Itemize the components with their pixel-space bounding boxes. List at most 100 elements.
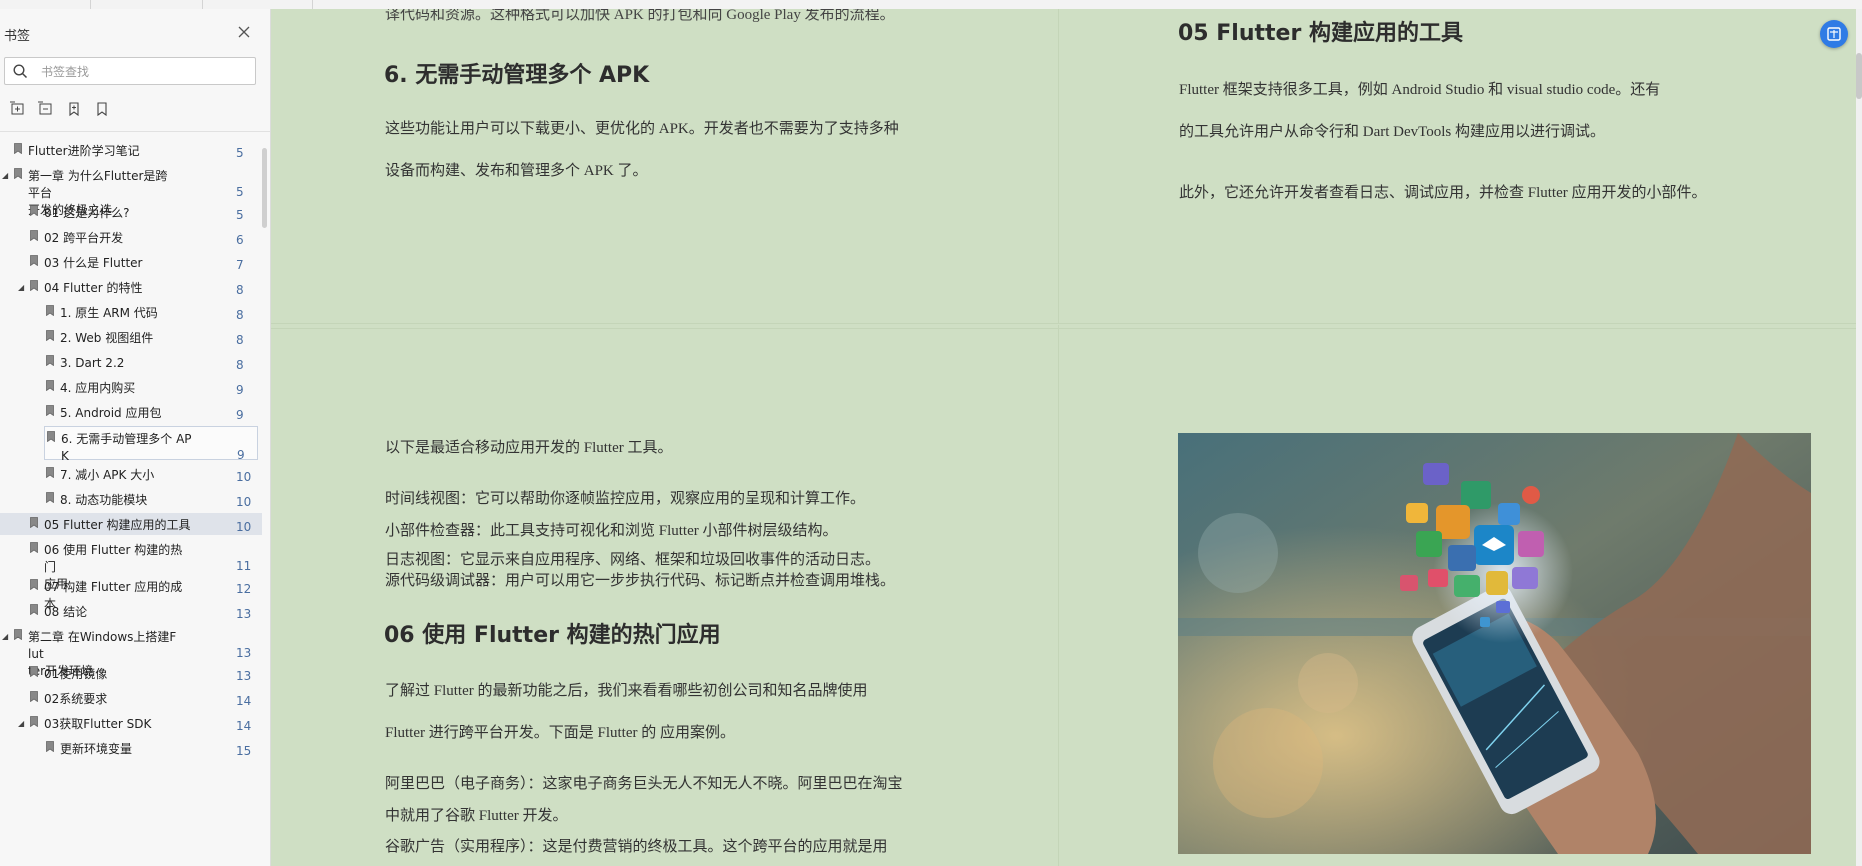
bookmark-icon (30, 690, 38, 703)
paragraph-line: 了解过 Flutter 的最新功能之后，我们来看看哪些初创公司和知名品牌使用 (385, 683, 868, 699)
bookmark-item[interactable]: Flutter进阶学习笔记 5 (0, 139, 262, 161)
bookmark-page-number: 14 (236, 694, 252, 708)
bookmark-page-number: 6 (236, 233, 244, 247)
bookmark-item[interactable]: ◢ 03获取Flutter SDK 14 (0, 712, 262, 734)
bookmark-label: 1. 原生 ARM 代码 (60, 306, 158, 320)
paragraph-line: 谷歌广告（实用程序）：这是付费营销的终极工具。这个跨平台的应用就是用 (385, 839, 888, 855)
paragraph-line: 的工具允许用户从命令行和 Dart DevTools 构建应用以进行调试。 (1179, 124, 1606, 140)
tool-line: 时间线视图：它可以帮助你逐帧监控应用，观察应用的呈现和计算工作。 (385, 491, 866, 507)
expand-all-icon[interactable] (10, 101, 26, 117)
close-icon[interactable] (238, 23, 250, 42)
sidebar-scrollbar[interactable] (262, 148, 267, 228)
divider (0, 131, 270, 132)
bookmark-item[interactable]: 02 跨平台开发 6 (0, 226, 262, 248)
bookmark-label: 6. 无需手动管理多个 AP K (61, 432, 192, 463)
paragraph-line: 设备而构建、发布和管理多个 APK 了。 (385, 163, 648, 179)
bookmark-item[interactable]: ◢ 04 Flutter 的特性 8 (0, 276, 262, 298)
bookmark-page-number: 9 (236, 383, 244, 397)
expand-arrow-icon[interactable]: ◢ (2, 167, 8, 184)
bookmark-item[interactable]: 5. Android 应用包 9 (0, 401, 262, 423)
tool-line: 源代码级调试器：用户可以用它一步步执行代码、标记断点并检查调用堆栈。 (385, 573, 896, 589)
add-bookmark-icon[interactable] (66, 101, 82, 117)
bookmark-page-number: 13 (236, 646, 252, 660)
bookmark-page-number: 8 (236, 283, 244, 297)
bookmark-item[interactable]: 3. Dart 2.2 8 (0, 351, 262, 373)
bookmark-label: 7. 减小 APK 大小 (60, 468, 155, 482)
bookmark-icon (46, 379, 54, 392)
paragraph-line: Flutter 进行跨平台开发。下面是 Flutter 的 应用案例。 (385, 725, 735, 741)
bookmark-item[interactable]: 08 结论 13 (0, 600, 262, 622)
bookmark-item[interactable]: 01 这是为什么? 5 (0, 201, 262, 223)
search-icon (13, 64, 28, 79)
collapse-all-icon[interactable] (38, 101, 54, 117)
bookmark-item[interactable]: 07 构建 Flutter 应用的成本 12 (0, 575, 262, 611)
document-scrollbar[interactable] (1856, 9, 1862, 866)
bookmark-item[interactable]: 7. 减小 APK 大小 10 (0, 463, 262, 485)
bookmark-page-number: 13 (236, 607, 252, 621)
bookmark-page-number: 8 (236, 358, 244, 372)
bookmark-search-input[interactable] (39, 62, 253, 82)
page-break (271, 323, 1856, 324)
bookmark-label: 01使用镜像 (44, 667, 108, 681)
bookmark-page-number: 5 (236, 208, 244, 222)
bookmark-icon (30, 279, 38, 292)
bookmark-item[interactable]: 8. 动态功能模块 10 (0, 488, 262, 510)
scrollbar-thumb[interactable] (1856, 53, 1862, 99)
bookmark-label: 更新环境变量 (60, 742, 133, 756)
paragraph-line: 此外，它还允许开发者查看日志、调试应用，并检查 Flutter 应用开发的小部件… (1179, 185, 1707, 201)
bookmark-item[interactable]: 2. Web 视图组件 8 (0, 326, 262, 348)
expand-arrow-icon[interactable]: ◢ (18, 279, 24, 296)
bookmark-icon[interactable] (94, 101, 110, 117)
bookmark-icon (30, 254, 38, 267)
document-view: 译代码和资源。这种格式可以加快 APK 的打包和向 Google Play 发布… (271, 9, 1856, 866)
bookmark-item[interactable]: 06 使用 Flutter 构建的热门 应用 11 (0, 538, 262, 591)
bookmark-page-number: 5 (236, 146, 244, 160)
bookmark-item[interactable]: 05 Flutter 构建应用的工具 10 (0, 513, 262, 535)
paragraph-line: 以下是最适合移动应用开发的 Flutter 工具。 (385, 440, 673, 456)
bookmark-icon (30, 665, 38, 678)
bookmark-icon (30, 715, 38, 728)
bookmark-page-number: 10 (236, 495, 252, 509)
bookmark-icon (14, 142, 22, 155)
section-heading: 05 Flutter 构建应用的工具 (1178, 21, 1463, 46)
bookmark-label: 08 结论 (44, 605, 88, 619)
expand-arrow-icon[interactable]: ◢ (2, 628, 8, 645)
tab-divider (312, 0, 313, 9)
bookmark-item[interactable]: 4. 应用内购买 9 (0, 376, 262, 398)
floating-action-button[interactable] (1820, 20, 1848, 48)
bookmark-icon (30, 603, 38, 616)
bookmark-icon (46, 491, 54, 504)
tab-divider (90, 0, 91, 9)
bookmark-page-number: 8 (236, 333, 244, 347)
bookmark-page-number: 14 (236, 719, 252, 733)
tool-line: 日志视图：它显示来自应用程序、网络、框架和垃圾回收事件的活动日志。 (385, 552, 881, 568)
bookmark-label: 02系统要求 (44, 692, 108, 706)
page-divider (1058, 325, 1059, 866)
bookmark-item[interactable]: 02系统要求 14 (0, 687, 262, 709)
paragraph-line: 阿里巴巴（电子商务）：这家电子商务巨头无人不知无人不晓。阿里巴巴在淘宝 (385, 776, 903, 792)
bookmark-item[interactable]: 01使用镜像 13 (0, 662, 262, 684)
page-break (271, 328, 1856, 329)
bookmark-label: 02 跨平台开发 (44, 231, 124, 245)
bookmark-page-number: 13 (236, 669, 252, 683)
bookmark-item[interactable]: 6. 无需手动管理多个 AP K 9 (44, 426, 258, 463)
bookmark-page-number: 10 (236, 520, 252, 534)
bookmark-panel: 书签 Flutter进阶学习笔记5◢第 (0, 9, 271, 866)
bookmark-item[interactable]: ◢ 第二章 在Windows上搭建Flut ter开发环境 13 (0, 625, 262, 678)
tool-line: 小部件检查器：此工具支持可视化和浏览 Flutter 小部件树层级结构。 (385, 523, 838, 539)
section-heading: 6. 无需手动管理多个 APK (384, 63, 650, 88)
pdf-reader-window: 书签 Flutter进阶学习笔记5◢第 (0, 0, 1862, 866)
paragraph-line: 这些功能让用户可以下载更小、更优化的 APK。开发者也不需要为了支持多种 (385, 121, 899, 137)
paragraph-line: Flutter 框架支持很多工具，例如 Android Studio 和 vis… (1179, 82, 1661, 98)
expand-arrow-icon[interactable]: ◢ (18, 715, 24, 732)
section-heading: 06 使用 Flutter 构建的热门应用 (384, 623, 721, 648)
bookmark-label: 01 这是为什么? (44, 206, 130, 220)
bookmark-icon (46, 404, 54, 417)
bookmark-label: 03 什么是 Flutter (44, 256, 143, 270)
bookmark-item[interactable]: 1. 原生 ARM 代码 8 (0, 301, 262, 323)
bookmark-item[interactable]: ◢ 第一章 为什么Flutter是跨平台 开发的终极之选 5 (0, 164, 262, 217)
bookmark-item[interactable]: 更新环境变量 15 (0, 737, 262, 759)
cut-off-line: 译代码和资源。这种格式可以加快 APK 的打包和向 Google Play 发布… (385, 9, 895, 23)
bookmark-icon (30, 541, 38, 554)
bookmark-item[interactable]: 03 什么是 Flutter 7 (0, 251, 262, 273)
